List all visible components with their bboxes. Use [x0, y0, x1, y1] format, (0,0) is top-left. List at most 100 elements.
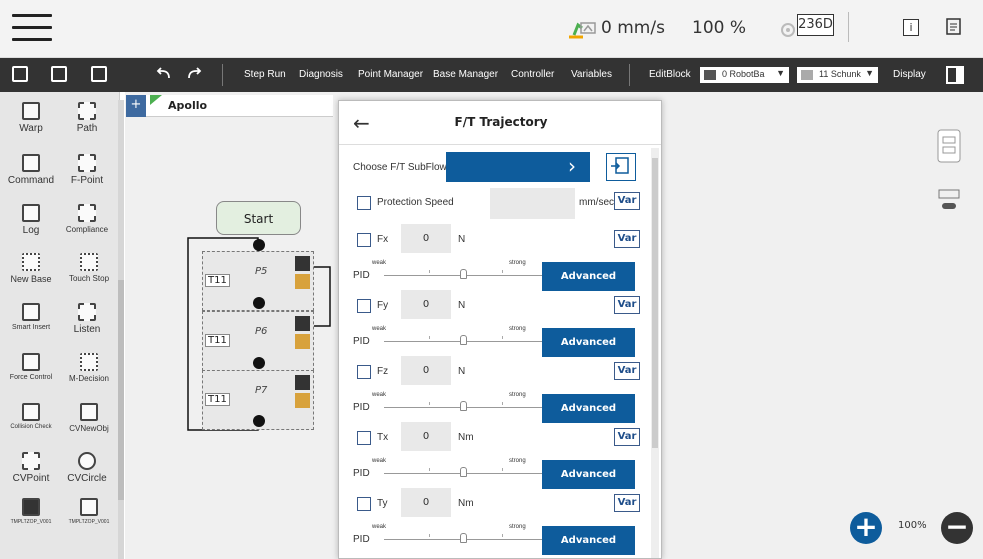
- sidebar-item-cvcircle[interactable]: CVCircle: [58, 452, 116, 484]
- dialog-header: ← F/T Trajectory: [339, 101, 661, 145]
- point-icon: [295, 316, 310, 331]
- strong-label: strong: [509, 326, 526, 332]
- axis-value-input[interactable]: 0: [401, 290, 451, 319]
- menu-icon[interactable]: [12, 14, 52, 44]
- chevron-down-icon: ▼: [865, 68, 874, 78]
- pid-slider-knob[interactable]: [460, 401, 467, 411]
- advanced-button[interactable]: Advanced: [542, 460, 635, 489]
- axis-value-input[interactable]: 0: [401, 224, 451, 253]
- slider-tick: [502, 402, 503, 405]
- controller-button[interactable]: Controller: [511, 69, 554, 80]
- sidebar-item-template-2[interactable]: TMPLTZOP_V001: [58, 498, 120, 525]
- var-button[interactable]: Var: [614, 494, 640, 512]
- step-run-button[interactable]: Step Run: [244, 69, 286, 80]
- diagnosis-button[interactable]: Diagnosis: [299, 69, 343, 80]
- axis-value-input[interactable]: 0: [401, 356, 451, 385]
- advanced-button[interactable]: Advanced: [542, 262, 635, 291]
- open-project-icon[interactable]: [51, 66, 67, 82]
- scrollbar-thumb[interactable]: [652, 158, 658, 448]
- axis-name: Fz: [377, 366, 389, 377]
- add-tab-button[interactable]: +: [126, 95, 146, 117]
- axis-value-input[interactable]: 0: [401, 422, 451, 451]
- sidebar-item-new-base[interactable]: New Base: [0, 253, 62, 284]
- protection-speed-input[interactable]: [490, 188, 575, 219]
- sidebar-item-path[interactable]: Path: [58, 102, 116, 134]
- sidebar-item-touch-stop[interactable]: Touch Stop: [58, 253, 120, 283]
- sidebar-item-template-1[interactable]: TMPLTZOP_V001: [0, 498, 62, 525]
- start-node[interactable]: Start: [216, 201, 301, 235]
- edit-block-button[interactable]: EditBlock: [649, 69, 691, 80]
- var-button[interactable]: Var: [614, 428, 640, 446]
- zoom-in-button[interactable]: +: [850, 512, 882, 544]
- redo-icon[interactable]: [185, 67, 203, 81]
- save-project-icon[interactable]: [91, 66, 107, 82]
- advanced-button[interactable]: Advanced: [542, 394, 635, 423]
- flow-tab[interactable]: + Apollo: [126, 95, 333, 117]
- zoom-out-button[interactable]: −: [941, 512, 973, 544]
- choose-subflow-button[interactable]: ›: [446, 152, 590, 182]
- sidebar-scrollbar[interactable]: [118, 100, 124, 559]
- protection-speed-checkbox[interactable]: [357, 196, 371, 210]
- layout-icons[interactable]: [937, 125, 977, 245]
- connector-node: [253, 357, 265, 369]
- base-select-dropdown[interactable]: 0 RobotBa ▼: [700, 67, 789, 83]
- sidebar-item-force-control[interactable]: Force Control: [0, 353, 62, 381]
- var-button[interactable]: Var: [614, 230, 640, 248]
- connector-node: [253, 415, 265, 427]
- scrollbar-thumb[interactable]: [118, 280, 124, 500]
- sidebar-item-collision-check[interactable]: Collision Check: [0, 403, 62, 430]
- axis-checkbox[interactable]: [357, 431, 371, 445]
- slider-tick: [502, 468, 503, 471]
- sidebar-item-cvpoint[interactable]: CVPoint: [2, 452, 60, 484]
- sidebar-item-command[interactable]: Command: [2, 154, 60, 186]
- panel-toggle-icon[interactable]: [946, 66, 964, 84]
- base-manager-button[interactable]: Base Manager: [433, 69, 498, 80]
- variables-button[interactable]: Variables: [571, 69, 612, 80]
- main-toolbar: Step Run Diagnosis Point Manager Base Ma…: [0, 58, 983, 92]
- axis-checkbox[interactable]: [357, 497, 371, 511]
- dialog-scrollbar[interactable]: [651, 148, 659, 558]
- info-button[interactable]: i: [903, 19, 919, 36]
- pid-slider-knob[interactable]: [460, 335, 467, 345]
- tool-select-dropdown[interactable]: 11 Schunk ▼: [797, 67, 878, 83]
- sidebar-item-f-point[interactable]: F-Point: [58, 154, 116, 186]
- counter-box[interactable]: 236D: [797, 14, 834, 36]
- pid-slider-knob[interactable]: [460, 533, 467, 543]
- pid-slider-knob[interactable]: [460, 269, 467, 279]
- sidebar-item-smart-insert[interactable]: Smart Insert: [0, 303, 62, 331]
- flag-icon: [150, 95, 162, 105]
- pid-label: PID: [353, 468, 370, 479]
- f-point-icon: [78, 154, 96, 172]
- cvcircle-icon: [78, 452, 96, 470]
- var-button[interactable]: Var: [614, 192, 640, 210]
- axis-checkbox[interactable]: [357, 233, 371, 247]
- notes-icon[interactable]: [946, 18, 962, 36]
- sidebar-item-compliance[interactable]: Compliance: [58, 204, 116, 234]
- sidebar-item-cvnewobj[interactable]: CVNewObj: [58, 403, 120, 433]
- axis-value-input[interactable]: 0: [401, 488, 451, 517]
- axis-name: Tx: [377, 432, 389, 443]
- zoom-level: 100%: [898, 520, 927, 531]
- var-button[interactable]: Var: [614, 296, 640, 314]
- weak-label: weak: [372, 524, 387, 530]
- axis-unit: N: [458, 366, 466, 377]
- advanced-button[interactable]: Advanced: [542, 526, 635, 555]
- sidebar-item-log[interactable]: Log: [2, 204, 60, 236]
- display-button[interactable]: Display: [893, 69, 926, 80]
- sidebar-item-m-decision[interactable]: M-Decision: [58, 353, 120, 383]
- new-project-icon[interactable]: [12, 66, 28, 82]
- axis-checkbox[interactable]: [357, 299, 371, 313]
- pid-slider-knob[interactable]: [460, 467, 467, 477]
- dialog-title: F/T Trajectory: [454, 115, 548, 129]
- settings-icon: [295, 334, 310, 349]
- pid-label: PID: [353, 270, 370, 281]
- point-manager-button[interactable]: Point Manager: [358, 69, 423, 80]
- var-button[interactable]: Var: [614, 362, 640, 380]
- sidebar-item-warp[interactable]: Warp: [2, 102, 60, 134]
- undo-icon[interactable]: [155, 67, 173, 81]
- sidebar-item-listen[interactable]: Listen: [58, 303, 116, 335]
- axis-checkbox[interactable]: [357, 365, 371, 379]
- slider-tick: [502, 270, 503, 273]
- advanced-button[interactable]: Advanced: [542, 328, 635, 357]
- subflow-link-button[interactable]: [606, 153, 636, 181]
